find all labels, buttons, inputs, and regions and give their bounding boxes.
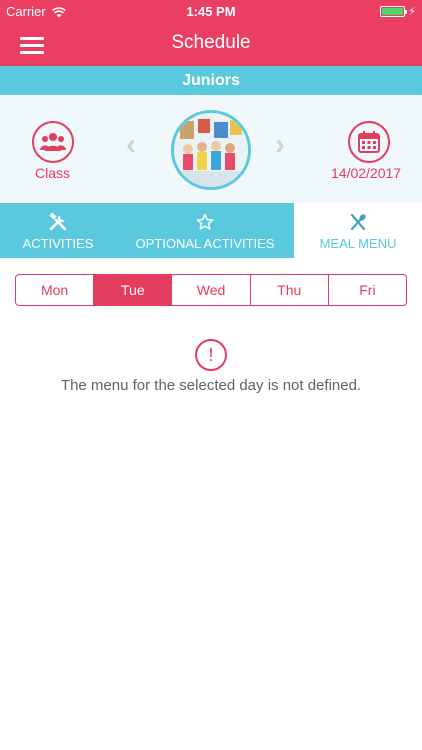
tab-meal-menu[interactable]: MEAL MENU [294, 203, 422, 258]
empty-state-message: The menu for the selected day is not def… [60, 377, 362, 394]
weekday-selector: Mon Tue Wed Thu Fri [15, 274, 407, 306]
class-info-panel: Class ‹ › 14/02/2017 [0, 95, 422, 203]
day-fri[interactable]: Fri [327, 275, 406, 305]
chevron-right-icon[interactable]: › [275, 130, 285, 160]
day-wed[interactable]: Wed [171, 275, 249, 305]
group-name-band: Juniors [0, 66, 422, 95]
schedule-tabs: ACTIVITIES OPTIONAL ACTIVITIES MEAL MENU [0, 203, 422, 258]
class-photo [171, 110, 251, 190]
day-thu[interactable]: Thu [249, 275, 328, 305]
calendar-icon[interactable] [348, 121, 390, 163]
app-header: Carrier 1:45 PM ⚡ Schedule [0, 0, 422, 66]
fork-spoon-icon [294, 213, 422, 231]
exclamation-circle-icon: ! [195, 339, 227, 371]
day-tue[interactable]: Tue [93, 275, 172, 305]
tab-optional-activities-label: OPTIONAL ACTIVITIES [135, 236, 275, 251]
star-outline-icon [116, 213, 294, 231]
class-photo-image [174, 113, 248, 187]
battery-cap [405, 10, 408, 14]
tab-optional-activities[interactable]: OPTIONAL ACTIVITIES [116, 203, 294, 258]
battery-level [382, 8, 404, 15]
tab-activities[interactable]: ACTIVITIES [0, 203, 116, 258]
battery-indicator: ⚡ [380, 5, 416, 18]
battery-icon [380, 6, 408, 17]
selected-date[interactable]: 14/02/2017 [331, 165, 401, 181]
page-title: Schedule [171, 32, 251, 53]
tools-icon [0, 213, 116, 231]
class-label[interactable]: Class [35, 165, 70, 181]
charging-bolt-icon: ⚡ [408, 6, 416, 18]
day-mon[interactable]: Mon [16, 275, 93, 305]
tab-activities-label: ACTIVITIES [22, 236, 94, 251]
users-group-icon[interactable] [32, 121, 74, 163]
tab-meal-menu-label: MEAL MENU [319, 236, 397, 251]
calendar-glyph [358, 131, 380, 153]
status-time: 1:45 PM [186, 4, 236, 19]
chevron-left-icon[interactable]: ‹ [126, 130, 136, 160]
status-bar: Carrier 1:45 PM ⚡ [0, 0, 422, 22]
users-group-glyph [40, 133, 66, 151]
